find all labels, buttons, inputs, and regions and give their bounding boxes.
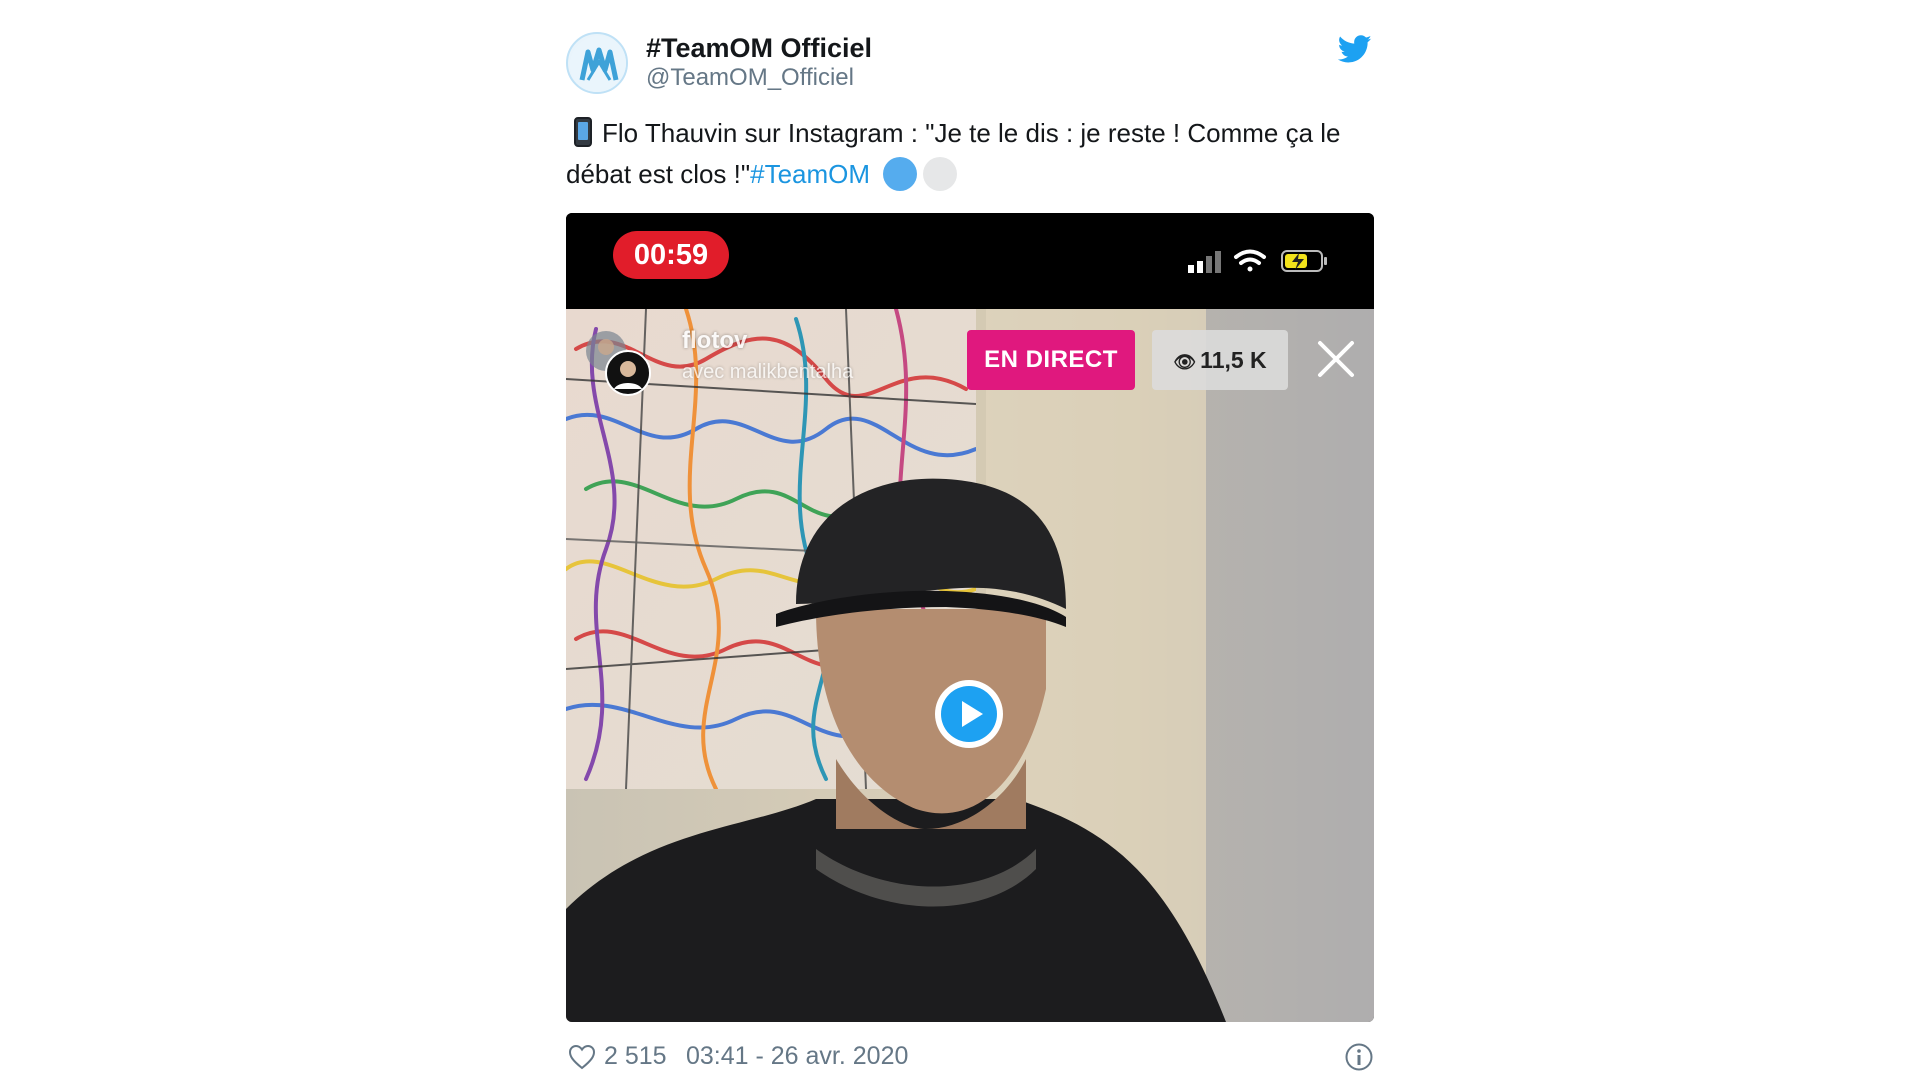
om-logo — [570, 36, 626, 92]
phone-status-bar: 00:59 — [566, 213, 1374, 309]
viewer-count-value: 11,5 K — [1200, 347, 1267, 373]
video-frame: flotov avec malikbentalha EN DIRECT 👁 11,… — [566, 309, 1374, 1022]
blue-circle-emoji — [883, 157, 918, 191]
user-handle[interactable]: @TeamOM_Officiel — [646, 64, 854, 92]
battery-icon — [1281, 250, 1327, 272]
display-name[interactable]: #TeamOM Officiel — [646, 33, 872, 64]
like-count[interactable]: 2 515 — [604, 1042, 667, 1071]
white-circle-emoji — [923, 157, 958, 191]
live-badge: EN DIRECT — [967, 330, 1135, 390]
close-icon[interactable] — [1314, 337, 1358, 381]
ig-username[interactable]: flotov — [682, 327, 747, 355]
twitter-bird-icon[interactable] — [1338, 32, 1372, 66]
tweet-text: Flo Thauvin sur Instagram : "Je te le di… — [566, 113, 1374, 195]
status-icons — [1188, 249, 1327, 273]
mobile-phone-emoji — [574, 117, 592, 147]
info-icon[interactable] — [1344, 1042, 1374, 1072]
tweet-footer: 2 515 03:41 - 26 avr. 2020 — [566, 1040, 1374, 1076]
wifi-icon — [1234, 249, 1266, 272]
heart-icon[interactable] — [568, 1044, 596, 1070]
ig-with-guest[interactable]: avec malikbentalha — [682, 361, 853, 384]
viewer-count: 👁 11,5 K — [1152, 330, 1288, 390]
video-player[interactable]: 00:59 flotov avec malikbentalha EN DIREC… — [566, 213, 1374, 1022]
recording-timer: 00:59 — [613, 231, 729, 279]
hashtag-link[interactable]: #TeamOM — [750, 159, 870, 189]
play-button[interactable] — [933, 678, 1005, 750]
eye-icon: 👁 — [1173, 352, 1197, 372]
ig-avatar-pair[interactable] — [582, 327, 652, 397]
tweet-header: #TeamOM Officiel @TeamOM_Officiel — [566, 26, 1374, 96]
profile-avatar[interactable] — [566, 32, 628, 94]
tweet-card: #TeamOM Officiel @TeamOM_Officiel Flo Th… — [566, 20, 1374, 1080]
tweet-timestamp[interactable]: 03:41 - 26 avr. 2020 — [686, 1042, 908, 1071]
person-video-frame — [566, 309, 1374, 1022]
signal-icon — [1188, 251, 1221, 273]
